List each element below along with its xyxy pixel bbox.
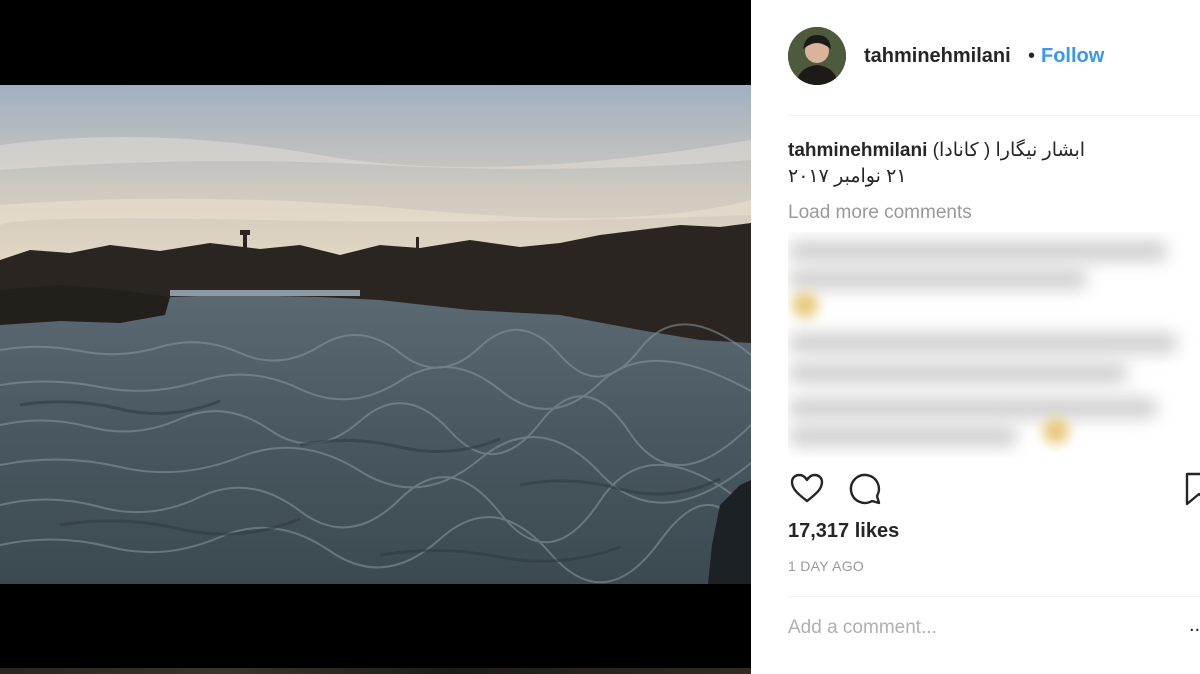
speech-bubble-icon[interactable] [846, 470, 884, 508]
post-sidebar: tahminehmilani • Follow tahminehmilani ا… [751, 0, 1200, 674]
separator-dot: • [1028, 45, 1036, 67]
blurred-comments [788, 232, 1200, 458]
next-post-preview-strip [0, 668, 751, 674]
caption-date: ۲۱ نوامبر ۲۰۱۷ [788, 166, 907, 187]
media-pane [0, 0, 751, 674]
header-divider [788, 115, 1200, 116]
comment-input[interactable] [788, 612, 1168, 644]
blurred-emoji-icon [792, 292, 818, 318]
avatar[interactable] [788, 27, 846, 85]
more-dots-icon[interactable]: ... [1189, 614, 1200, 637]
likes-count[interactable]: 17,317 likes [788, 520, 899, 543]
heart-outline-icon[interactable] [788, 470, 826, 508]
bookmark-icon[interactable] [1183, 470, 1200, 508]
post-caption: tahminehmilani ابشار نیگارا ( کانادا) ۲۱… [788, 138, 1188, 190]
comment-divider [788, 596, 1200, 597]
post-header: tahminehmilani • Follow [751, 0, 1200, 116]
caption-text: ابشار نیگارا ( کانادا) [932, 140, 1086, 161]
follow-button[interactable]: Follow [1041, 45, 1104, 68]
niagara-river-photo [0, 85, 751, 584]
post-photo[interactable] [0, 85, 751, 584]
post-timestamp[interactable]: 1 DAY AGO [788, 558, 864, 574]
avatar-image [788, 27, 846, 85]
post-actions [788, 470, 1200, 510]
blurred-emoji-icon [1043, 418, 1069, 444]
caption-line-1: tahminehmilani ابشار نیگارا ( کانادا) [788, 138, 1188, 164]
load-more-comments-link[interactable]: Load more comments [788, 202, 972, 224]
caption-username-link[interactable]: tahminehmilani [788, 140, 927, 161]
username-link[interactable]: tahminehmilani [864, 45, 1011, 68]
